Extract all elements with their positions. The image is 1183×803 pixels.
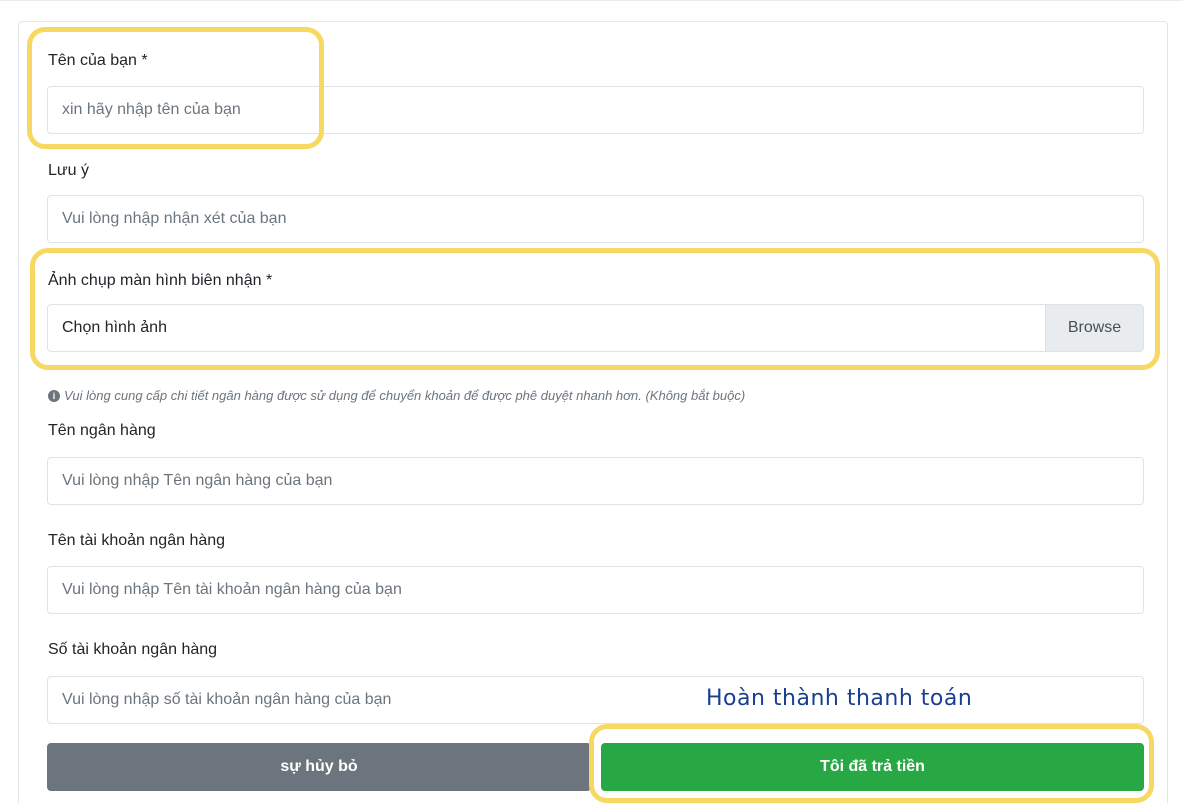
account-number-input[interactable]: Vui lòng nhập số tài khoản ngân hàng của…	[47, 676, 1144, 724]
account-name-label: Tên tài khoản ngân hàng	[48, 532, 226, 549]
note-input[interactable]: Vui lòng nhập nhận xét của bạn	[47, 195, 1144, 243]
account-number-label: Số tài khoản ngân hàng	[48, 641, 218, 658]
account-name-input[interactable]: Vui lòng nhập Tên tài khoản ngân hàng củ…	[47, 566, 1144, 614]
complete-payment-callout: Hoàn thành thanh toán	[706, 686, 973, 711]
note-label: Lưu ý	[48, 162, 89, 179]
paid-button-highlight	[589, 724, 1154, 803]
name-field-highlight	[27, 27, 324, 149]
bank-name-input[interactable]: Vui lòng nhập Tên ngân hàng của bạn	[47, 457, 1144, 505]
account-number-placeholder: Vui lòng nhập số tài khoản ngân hàng của…	[62, 691, 392, 708]
bank-details-hint: i Vui lòng cung cấp chi tiết ngân hàng đ…	[48, 388, 745, 403]
hint-text: Vui lòng cung cấp chi tiết ngân hàng đượ…	[64, 388, 746, 403]
cancel-button[interactable]: sự hủy bỏ	[47, 743, 591, 791]
note-placeholder: Vui lòng nhập nhận xét của bạn	[62, 210, 287, 227]
receipt-field-highlight	[30, 248, 1160, 370]
bank-name-placeholder: Vui lòng nhập Tên ngân hàng của bạn	[62, 472, 333, 489]
info-icon: i	[48, 389, 60, 402]
account-name-placeholder: Vui lòng nhập Tên tài khoản ngân hàng củ…	[62, 581, 402, 598]
top-divider	[0, 0, 1183, 1]
bank-name-label: Tên ngân hàng	[48, 422, 156, 439]
